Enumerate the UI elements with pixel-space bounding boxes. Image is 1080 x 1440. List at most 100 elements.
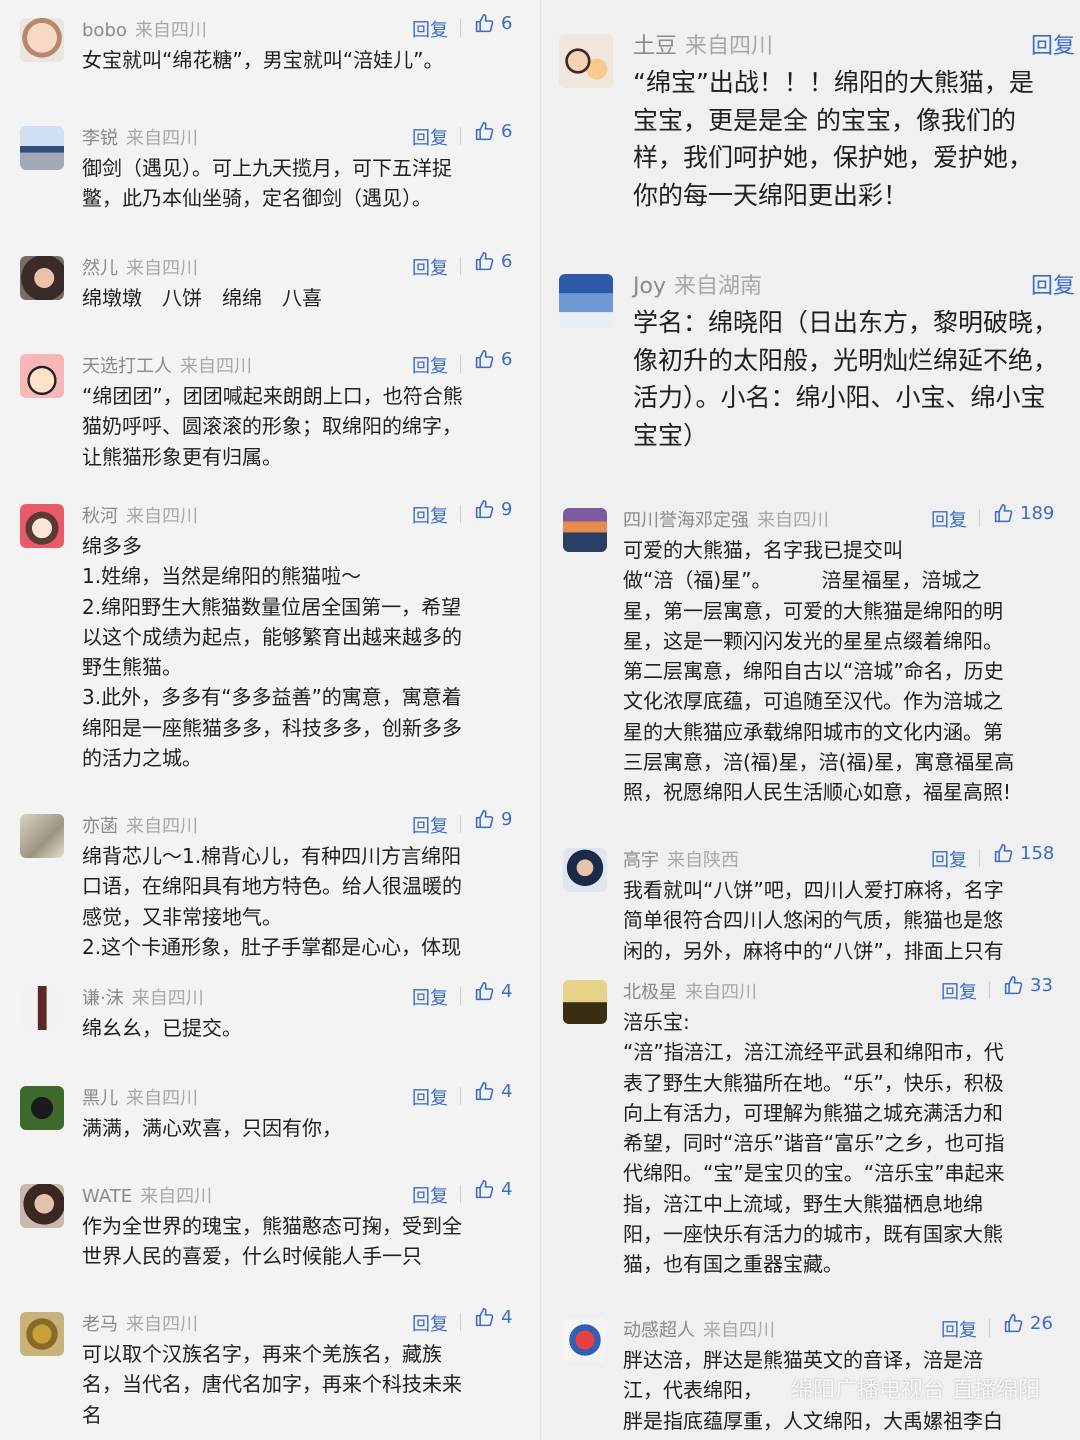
- comment-meta: 亦菡 来自四川: [82, 812, 198, 838]
- like-button[interactable]: 33: [1003, 975, 1053, 996]
- user-avatar[interactable]: [559, 274, 613, 328]
- username[interactable]: 土豆: [633, 34, 677, 59]
- like-button[interactable]: 158: [993, 843, 1054, 864]
- user-avatar[interactable]: [20, 814, 64, 858]
- comment-text: 御剑（遇见）。可上九天揽月，可下五洋捉 鳖，此乃本仙坐骑，定名御剑（遇见）。: [82, 156, 452, 211]
- comment-text: 绵多多 1.姓绵，当然是绵阳的熊猫啦～ 2.绵阳野生大熊猫数量位居全国第一，希望…: [82, 534, 462, 771]
- like-button[interactable]: 4: [474, 1179, 512, 1200]
- reply-button[interactable]: 回复: [412, 1182, 448, 1208]
- reply-button[interactable]: 回复: [412, 1310, 448, 1336]
- user-avatar[interactable]: [20, 18, 64, 62]
- user-avatar[interactable]: [20, 504, 64, 548]
- reply-button[interactable]: 回复: [941, 978, 977, 1004]
- like-button[interactable]: 26: [1003, 1313, 1053, 1334]
- username[interactable]: 四川誉海邓定强: [623, 510, 749, 531]
- reply-button[interactable]: 回复: [412, 812, 448, 838]
- thumbs-up-icon: [474, 1179, 495, 1200]
- username[interactable]: bobo: [82, 20, 127, 41]
- like-button[interactable]: 9: [474, 809, 512, 830]
- divider: [460, 815, 461, 833]
- location-label: 来自四川: [703, 1320, 775, 1341]
- reply-button[interactable]: 回复: [412, 502, 448, 528]
- location-label: 来自四川: [140, 1186, 213, 1207]
- reply-button[interactable]: 回复: [931, 506, 967, 532]
- user-avatar[interactable]: [20, 256, 64, 300]
- thumbs-up-icon: [474, 251, 495, 272]
- location-label: 来自四川: [126, 258, 198, 279]
- divider: [460, 257, 461, 275]
- username[interactable]: 谦·沫: [82, 988, 124, 1009]
- thumbs-up-icon: [993, 503, 1014, 524]
- reply-button[interactable]: 回复: [931, 846, 967, 872]
- location-label: 来自四川: [126, 816, 198, 837]
- comment-item: 动感超人 来自四川 回复 26 胖达涪，胖达是熊猫英文的音译，涪是涪 江，代表绵阳， 胖…: [541, 1300, 1080, 1440]
- user-avatar[interactable]: [563, 508, 607, 552]
- username[interactable]: 天选打工人: [82, 356, 172, 377]
- user-avatar[interactable]: [20, 126, 64, 170]
- reply-button[interactable]: 回复: [412, 352, 448, 378]
- user-avatar[interactable]: [563, 848, 607, 892]
- divider: [460, 127, 461, 145]
- user-avatar[interactable]: [563, 980, 607, 1024]
- comment-text: 绵背芯儿～1.棉背心儿，有种四川方言绵阳 口语，在绵阳具有地方特色。给人很温暖的…: [82, 844, 462, 959]
- like-button[interactable]: 6: [474, 349, 512, 370]
- username[interactable]: 高宇: [623, 850, 659, 871]
- comment-text: 绵幺幺，已提交。: [82, 1016, 242, 1040]
- like-button[interactable]: 6: [474, 121, 512, 142]
- like-button[interactable]: 4: [474, 981, 512, 1002]
- reply-button[interactable]: 回复: [412, 124, 448, 150]
- reply-button[interactable]: 回复: [412, 254, 448, 280]
- reply-button[interactable]: 回复: [1031, 268, 1075, 300]
- reply-button[interactable]: 回复: [941, 1316, 977, 1342]
- username[interactable]: Joy: [633, 274, 666, 299]
- username[interactable]: 老马: [82, 1314, 118, 1335]
- thumbs-up-icon: [474, 13, 495, 34]
- comment-meta: bobo 来自四川: [82, 16, 207, 42]
- like-button[interactable]: 6: [474, 13, 512, 34]
- left-comment-column: bobo 来自四川 回复 6 女宝就叫“绵花糖”，男宝就叫“涪娃儿”。 李锐 来自四川 回复 6…: [0, 0, 540, 1440]
- user-avatar[interactable]: [20, 1086, 64, 1130]
- comment-text: 学名：绵晓阳（日出东方，黎明破晓， 像初升的太阳般，光明灿烂绵延不绝， 活力）。…: [633, 308, 1059, 450]
- divider: [460, 1313, 461, 1331]
- user-avatar[interactable]: [20, 1312, 64, 1356]
- comment-text: 女宝就叫“绵花糖”，男宝就叫“涪娃儿”。: [82, 48, 444, 72]
- user-avatar[interactable]: [563, 1318, 607, 1362]
- username[interactable]: 亦菡: [82, 816, 118, 837]
- username[interactable]: 动感超人: [623, 1320, 695, 1341]
- like-button[interactable]: 189: [993, 503, 1054, 524]
- comment-item: 老马 来自四川 回复 4 可以取个汉族名字，再来个羌族名，藏族 名，当代名，唐代名加字，…: [0, 1294, 540, 1440]
- location-label: 来自四川: [126, 1088, 198, 1109]
- divider: [460, 1087, 461, 1105]
- like-count: 4: [501, 1307, 513, 1328]
- reply-button[interactable]: 回复: [412, 1084, 448, 1110]
- thumbs-up-icon: [474, 121, 495, 142]
- username[interactable]: 李锐: [82, 128, 118, 149]
- location-label: 来自四川: [134, 20, 207, 41]
- location-label: 来自四川: [685, 34, 774, 59]
- username[interactable]: WATE: [82, 1186, 132, 1207]
- username[interactable]: 秋河: [82, 506, 118, 527]
- username[interactable]: 然儿: [82, 258, 118, 279]
- like-button[interactable]: 9: [474, 499, 512, 520]
- like-count: 9: [501, 499, 513, 520]
- reply-button[interactable]: 回复: [412, 16, 448, 42]
- comment-text: 可爱的大熊猫，名字我已提交叫 做“涪（福)星”。 涪星福星，涪城之 星，第一层寓…: [623, 538, 1015, 805]
- user-avatar[interactable]: [20, 354, 64, 398]
- user-avatar[interactable]: [20, 1184, 64, 1228]
- location-label: 来自四川: [180, 356, 252, 377]
- like-button[interactable]: 4: [474, 1081, 512, 1102]
- username[interactable]: 黑儿: [82, 1088, 118, 1109]
- comment-text: 涪乐宝: “涪”指涪江，涪江流经平武县和绵阳市，代 表了野生大熊猫所在地。“乐”…: [623, 1010, 1005, 1277]
- user-avatar[interactable]: [20, 986, 64, 1030]
- like-button[interactable]: 4: [474, 1307, 512, 1328]
- like-count: 33: [1030, 975, 1053, 996]
- reply-button[interactable]: 回复: [1031, 28, 1075, 60]
- user-avatar[interactable]: [559, 34, 613, 88]
- like-button[interactable]: 6: [474, 251, 512, 272]
- like-count: 6: [501, 251, 513, 272]
- comment-meta: 秋河 来自四川: [82, 502, 198, 528]
- reply-button[interactable]: 回复: [412, 984, 448, 1010]
- username[interactable]: 北极星: [623, 982, 677, 1003]
- like-count: 4: [501, 1081, 513, 1102]
- divider: [460, 355, 461, 373]
